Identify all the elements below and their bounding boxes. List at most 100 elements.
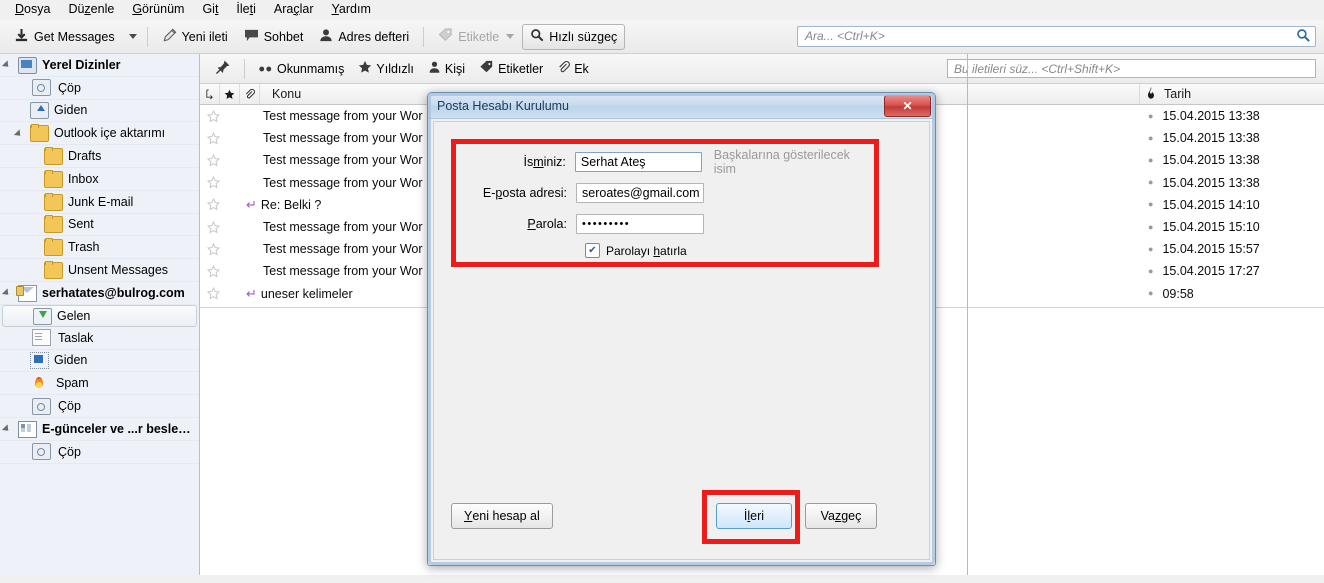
column-attachment[interactable] <box>240 84 260 104</box>
star-icon[interactable] <box>200 153 226 167</box>
column-star[interactable] <box>220 84 240 104</box>
star-icon[interactable] <box>200 264 226 278</box>
sidebar-item-unsent-messages[interactable]: Unsent Messages <box>0 259 199 282</box>
sidebar-item-giden[interactable]: Giden <box>0 350 199 373</box>
remember-password-label: Parolayı hatırla <box>606 243 687 258</box>
chevron-down-icon[interactable] <box>4 288 13 297</box>
quick-filter-button[interactable]: Hızlı süzgeç <box>522 23 626 50</box>
sidebar-item-giden[interactable]: Giden <box>0 100 199 123</box>
password-field[interactable]: ••••••••• <box>576 214 704 234</box>
new-message-button[interactable]: Yeni ileti <box>154 24 236 50</box>
read-status-dot-icon: ● <box>1148 110 1154 121</box>
filter-contact-label: Kişi <box>444 61 466 76</box>
date-cell: ● 15.04.2015 13:38 <box>1140 131 1324 145</box>
date-text: 15.04.2015 15:57 <box>1162 242 1260 257</box>
column-subject-label: Konu <box>272 87 302 101</box>
filter-contact-button[interactable]: Kişi <box>421 58 472 80</box>
new-account-button[interactable]: Yeni hesap al <box>451 503 553 529</box>
filter-unread-button[interactable]: Okunmamış <box>251 58 351 80</box>
quick-filter-bar: Okunmamış Yıldızlı Kişi Etiketler Ek Bu … <box>200 54 1324 84</box>
date-text: 15.04.2015 17:27 <box>1162 264 1260 279</box>
filter-separator <box>244 58 245 79</box>
star-icon[interactable] <box>200 287 226 300</box>
subject-text: Test message from your Wor <box>263 131 423 146</box>
tag-button[interactable]: Etiketle <box>430 24 522 50</box>
menu-item-yardim[interactable]: Yardım <box>323 0 380 19</box>
filter-starred-button[interactable]: Yıldızlı <box>351 58 421 80</box>
sidebar-item-gelen[interactable]: Gelen <box>2 304 197 327</box>
sidebar-item-spam[interactable]: Spam <box>0 372 199 396</box>
get-messages-dropdown[interactable] <box>123 25 141 49</box>
menu-item-gorunum[interactable]: Görünüm <box>123 0 193 19</box>
name-field[interactable]: Serhat Ateş <box>574 152 702 172</box>
star-icon[interactable] <box>200 242 226 256</box>
read-status-dot-icon: ● <box>1148 154 1154 165</box>
star-icon[interactable] <box>200 131 226 145</box>
menu-item-araclar[interactable]: Araçlar <box>265 0 323 19</box>
column-date[interactable]: Tarih <box>1140 84 1324 104</box>
next-button[interactable]: İl eri <box>716 503 792 529</box>
menu-item-ileti[interactable]: İleti <box>227 0 264 19</box>
sidebar-item-p[interactable]: Çöp <box>0 395 199 418</box>
remember-password-checkbox[interactable]: ✔ <box>585 243 600 258</box>
sidebar-item-outlook-i-e-aktar-m[interactable]: Outlook içe aktarımı <box>0 122 199 146</box>
sidebar-item-sent[interactable]: Sent <box>0 214 199 237</box>
sidebar-item-drafts[interactable]: Drafts <box>0 145 199 168</box>
tag-icon <box>438 28 453 45</box>
sidebar-item-junk-e-mail[interactable]: Junk E-mail <box>0 191 199 214</box>
subject-text: Test message from your Wor <box>263 220 423 235</box>
subject-text: Test message from your Wor <box>263 153 423 168</box>
sidebar-item-serhatates-bulrog-com[interactable]: serhatates@bulrog.com <box>0 282 199 305</box>
message-filter-input[interactable]: Bu iletileri süz... <Ctrl+Shift+K> <box>947 59 1316 78</box>
email-row: E-posta adresi: seroates@gmail.com <box>456 180 874 206</box>
read-status-dot-icon: ● <box>1148 288 1154 299</box>
close-icon[interactable]: ✕ <box>884 95 931 117</box>
chevron-down-icon[interactable] <box>16 129 25 138</box>
sidebar-item-p[interactable]: Çöp <box>0 77 199 100</box>
sidebar-item-trash[interactable]: Trash <box>0 236 199 260</box>
chevron-down-icon[interactable] <box>4 60 13 69</box>
email-field[interactable]: seroates@gmail.com <box>576 183 704 203</box>
filter-tags-button[interactable]: Etiketler <box>472 58 550 80</box>
star-icon[interactable] <box>200 220 226 234</box>
menu-item-duzenle[interactable]: Düzenle <box>59 0 123 19</box>
chevron-down-icon[interactable] <box>4 424 13 433</box>
date-cell: ● 15.04.2015 15:10 <box>1140 220 1324 234</box>
remember-password-row[interactable]: ✔ Parolayı hatırla <box>456 243 874 258</box>
dialog-titlebar[interactable]: Posta Hesabı Kurulumu ✕ <box>428 93 935 119</box>
quick-filter-label: Hızlı süzgeç <box>549 29 618 44</box>
sidebar-item-p[interactable]: Çöp <box>0 441 199 464</box>
download-icon <box>14 28 29 46</box>
sidebar-item-taslak[interactable]: Taslak <box>0 327 199 350</box>
pane-divider[interactable] <box>967 54 968 575</box>
pin-filter-button[interactable] <box>208 58 238 80</box>
global-search[interactable]: Ara... <Ctrl+K> <box>797 26 1316 47</box>
menu-item-git[interactable]: Git <box>193 0 227 19</box>
read-status-dot-icon: ● <box>1148 132 1154 143</box>
toolbar-separator-2 <box>423 26 425 47</box>
cancel-button[interactable]: Va z geç <box>805 503 877 529</box>
reply-arrow-icon: ↵ <box>246 286 257 301</box>
main-toolbar: Get Messages Yeni ileti Sohbet Adres def… <box>0 20 1324 54</box>
sidebar-item-e-g-nceler-ve-r-beslemeleri[interactable]: E-günceler ve ...r beslemeleri <box>0 418 199 441</box>
column-thread[interactable] <box>200 84 220 104</box>
date-text: 15.04.2015 13:38 <box>1162 153 1260 168</box>
search-input[interactable]: Ara... <Ctrl+K> <box>797 26 1316 47</box>
star-icon[interactable] <box>200 176 226 189</box>
chat-button[interactable]: Sohbet <box>236 24 312 50</box>
filter-attachment-button[interactable]: Ek <box>550 58 596 80</box>
date-text: 15.04.2015 13:38 <box>1162 175 1260 190</box>
menu-item-dosya[interactable]: DDosyaosya <box>6 0 59 19</box>
get-messages-button[interactable]: Get Messages <box>6 24 123 50</box>
star-icon[interactable] <box>200 198 226 211</box>
sidebar-item-inbox[interactable]: Inbox <box>0 168 199 191</box>
star-icon[interactable] <box>200 109 226 123</box>
address-book-button[interactable]: Adres defteri <box>311 24 417 50</box>
sidebar-item-label: Drafts <box>68 149 102 164</box>
sidebar-item-yerel-dizinler[interactable]: Yerel Dizinler <box>0 54 199 77</box>
